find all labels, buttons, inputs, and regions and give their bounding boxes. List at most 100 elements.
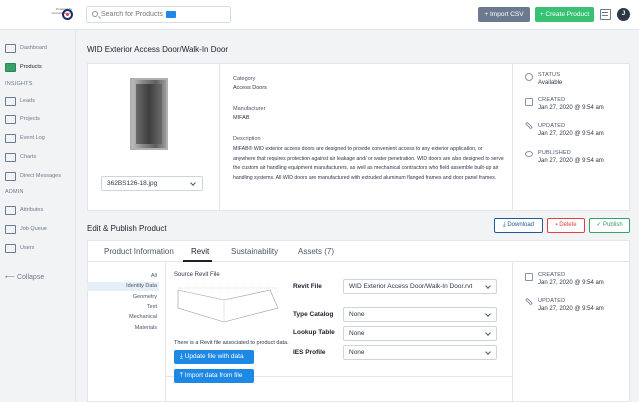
- revit-file-select[interactable]: WID Exterior Access Door/Walk-In Door.rv…: [343, 279, 497, 294]
- tab-revit[interactable]: Revit: [191, 247, 209, 256]
- search-box[interactable]: [86, 6, 231, 23]
- sidebar-item-label: Products: [20, 64, 42, 70]
- search-input[interactable]: [101, 9, 171, 20]
- tab-product-information[interactable]: Product Information: [104, 247, 174, 256]
- calendar-icon: [525, 98, 533, 106]
- product-image: [130, 78, 168, 150]
- lookup-table-label: Lookup Table: [293, 329, 335, 336]
- tab-sustainability[interactable]: Sustainability: [231, 247, 278, 256]
- description-text: MIFAB® WID exterior access doors are des…: [233, 146, 504, 181]
- publish-button[interactable]: ✓ Publish: [589, 218, 630, 233]
- logo-icon[interactable]: [62, 9, 73, 20]
- sidebar-item-leads[interactable]: Leads: [5, 97, 75, 107]
- ies-profile-value: None: [349, 349, 365, 356]
- sub-nav-materials[interactable]: Materials: [87, 325, 157, 331]
- folder-icon: [5, 115, 16, 124]
- description-label: Description: [233, 136, 261, 142]
- products-icon: [5, 63, 16, 72]
- sidebar-item-projects[interactable]: Projects: [5, 115, 75, 125]
- page-title: WID Exterior Access Door/Walk-In Door: [87, 45, 229, 54]
- sidebar-item-event-log[interactable]: Event Log: [5, 134, 75, 144]
- sub-nav-text[interactable]: Text: [87, 304, 157, 310]
- sidebar-item-dashboard[interactable]: Dashboard: [5, 44, 75, 54]
- category-label: Category: [233, 76, 256, 82]
- updated-block: UPDATED Jan 27, 2020 @ 9:54 am: [538, 123, 604, 137]
- chevron-down-icon: [485, 330, 491, 336]
- section-title: Edit & Publish Product: [87, 224, 167, 233]
- revit-file-label: Revit File: [293, 283, 322, 290]
- tab-assets[interactable]: Assets (7): [298, 247, 334, 256]
- sidebar-item-label: Direct Messages: [20, 173, 61, 179]
- collapse-label: Collapse: [16, 274, 45, 281]
- import-csv-button[interactable]: + Import CSV: [478, 7, 530, 22]
- sidebar-item-label: Charts: [20, 154, 37, 160]
- collapse-arrow-icon: ⟵: [5, 274, 17, 281]
- sidebar-item-label: Dashboard: [20, 45, 47, 51]
- status-block: STATUS Available: [538, 72, 562, 86]
- updated-label: UPDATED: [538, 123, 566, 129]
- updated-value: Jan 27, 2020 @ 9:54 am: [538, 131, 604, 137]
- delete-button[interactable]: ▪ Delete: [547, 218, 585, 233]
- list-icon: [5, 97, 16, 106]
- publish-label: Publish: [603, 222, 623, 228]
- sidebar-item-label: Job Queue: [20, 226, 47, 232]
- sidebar-item-direct-messages[interactable]: Direct Messages: [5, 172, 75, 182]
- update-file-button[interactable]: ⤓ Update file with data: [174, 350, 254, 364]
- divider: [512, 262, 513, 402]
- search-filter-icon[interactable]: [166, 11, 176, 18]
- avatar[interactable]: J: [617, 8, 630, 21]
- revit-preview-image: [177, 287, 279, 323]
- cloud-icon: [525, 151, 533, 157]
- lookup-table-value: None: [349, 330, 365, 337]
- created-value: Jan 27, 2020 @ 9:54 am: [538, 105, 604, 111]
- sub-nav-identity-data[interactable]: Identity Data: [87, 283, 157, 289]
- create-product-button[interactable]: + Create Product: [535, 7, 594, 22]
- updated-label: UPDATED: [538, 298, 566, 304]
- download-label: Download: [507, 222, 534, 228]
- sidebar-item-users[interactable]: Users: [5, 244, 75, 254]
- image-file-value: 362BS126-18.jpg: [107, 180, 158, 187]
- users-icon: [5, 244, 16, 253]
- type-catalog-select[interactable]: None: [343, 307, 497, 322]
- lookup-table-select[interactable]: None: [343, 326, 497, 341]
- sidebar-item-label: Leads: [20, 98, 35, 104]
- sub-nav-geometry[interactable]: Geometry: [87, 294, 157, 300]
- revit-file-value: WID Exterior Access Door/Walk-In Door.rv…: [349, 283, 473, 290]
- import-data-button[interactable]: ⤒ Import data from file: [174, 369, 254, 383]
- created-label: CREATED: [538, 272, 566, 278]
- manufacturer-label: Manufacturer: [233, 106, 266, 112]
- chart-icon: [5, 153, 16, 162]
- collapse-button[interactable]: ⟵ Collapse: [5, 273, 44, 281]
- import-data-label: Import data from file: [184, 372, 243, 379]
- chevron-down-icon: [190, 180, 196, 186]
- sidebar-item-products[interactable]: Products: [5, 63, 75, 73]
- sub-nav-all[interactable]: All: [87, 273, 157, 279]
- revit-updated-block: UPDATED Jan 27, 2020 @ 9:54 am: [538, 298, 604, 312]
- ies-profile-select[interactable]: None: [343, 345, 497, 360]
- sidebar-item-job-queue[interactable]: Job Queue: [5, 225, 75, 235]
- delete-label: Delete: [559, 222, 577, 228]
- sidebar-item-label: Users: [20, 245, 35, 251]
- ies-profile-label: IES Profile: [293, 349, 326, 356]
- download-button[interactable]: ⤓ Download: [494, 218, 543, 233]
- status-value: Available: [538, 80, 563, 86]
- sidebar-item-label: Projects: [20, 116, 40, 122]
- attributes-icon: [5, 206, 16, 215]
- sub-nav-mechanical[interactable]: Mechanical: [87, 314, 157, 320]
- manufacturer-value: MIFAB: [233, 115, 250, 121]
- log-icon: [5, 134, 16, 143]
- type-catalog-label: Type Catalog: [293, 311, 334, 318]
- status-icon: [525, 73, 533, 81]
- published-block: PUBLISHED Jan 27, 2020 @ 9:54 am: [538, 150, 604, 164]
- divider: [165, 262, 166, 402]
- sidebar-item-label: Event Log: [20, 135, 45, 141]
- sidebar-item-attributes[interactable]: Attributes: [5, 206, 75, 216]
- thumbs-up-icon: ✓: [596, 222, 603, 228]
- created-block: CREATED Jan 27, 2020 @ 9:54 am: [538, 97, 604, 111]
- sidebar-item-charts[interactable]: Charts: [5, 153, 75, 163]
- status-label: STATUS: [538, 72, 561, 78]
- message-icon: [5, 172, 16, 181]
- search-icon: [92, 11, 98, 17]
- image-file-select[interactable]: 362BS126-18.jpg: [101, 176, 203, 191]
- inbox-icon[interactable]: [600, 9, 611, 20]
